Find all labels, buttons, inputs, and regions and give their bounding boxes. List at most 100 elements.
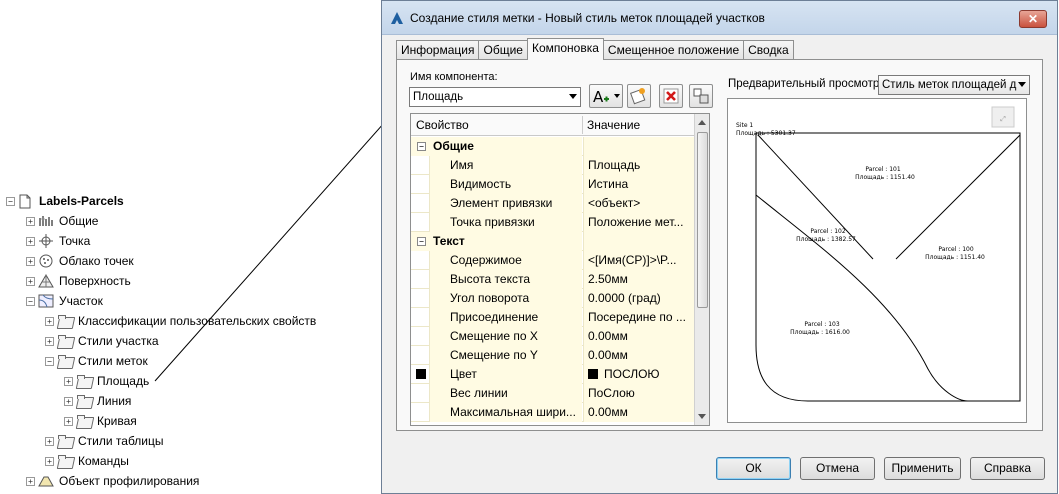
collapse-icon[interactable]: − [417, 142, 426, 151]
grid-row[interactable]: Точка привязки Положение мет... [411, 213, 696, 232]
civil3d-app-icon [390, 11, 404, 25]
parcel-area-label: Площадь : 1616.00 [790, 329, 850, 336]
property-name: Элемент привязки [429, 194, 582, 213]
svg-text:A: A [593, 88, 604, 106]
column-header-property: Свойство [416, 118, 469, 132]
property-value[interactable]: Истина [583, 175, 696, 194]
color-swatch-icon [416, 369, 426, 379]
grid-row[interactable]: Видимость Истина [411, 175, 696, 194]
preview-style-value: Стиль меток площадей д [882, 79, 1017, 91]
copy-component-icon [630, 88, 646, 105]
zoom-icon: ⤢ [1000, 115, 1006, 123]
property-value[interactable]: 0.00мм [583, 327, 696, 346]
delete-icon [663, 88, 679, 104]
property-value[interactable]: <[Имя(CP)]>\P... [583, 251, 696, 270]
property-name: Цвет [429, 365, 582, 384]
parcel-area-label: Площадь : 1151.40 [855, 174, 915, 181]
property-value[interactable]: 0.0000 (град) [583, 289, 696, 308]
add-text-component-icon: A [593, 88, 620, 106]
property-name: Смещение по X [429, 327, 582, 346]
category-name: Общие [411, 137, 582, 156]
property-value[interactable]: <объект> [583, 194, 696, 213]
property-value[interactable]: 2.50мм [583, 270, 696, 289]
parcel-area-label: Площадь : 1382.57 [796, 236, 856, 243]
scroll-up-icon[interactable] [698, 120, 706, 125]
tab-information[interactable]: Информация [396, 40, 480, 60]
property-name: Присоединение [429, 308, 582, 327]
property-name: Содержимое [429, 251, 582, 270]
property-value[interactable]: Посередине по ... [583, 308, 696, 327]
property-name: Высота текста [429, 270, 582, 289]
draw-order-icon [693, 88, 709, 104]
site-label: Site 1 [736, 122, 753, 129]
property-value[interactable]: ПОСЛОЮ [583, 365, 696, 384]
scroll-down-icon[interactable] [698, 414, 706, 419]
grid-row[interactable]: Имя Площадь [411, 156, 696, 175]
grid-row[interactable]: Смещение по Y 0.00мм [411, 346, 696, 365]
tab-summary[interactable]: Сводка [743, 40, 794, 60]
tab-layout[interactable]: Компоновка [526, 38, 604, 60]
apply-button[interactable]: Применить [884, 457, 961, 480]
property-name: Вес линии [429, 384, 582, 403]
grid-row[interactable]: Вес линии ПоСлою [411, 384, 696, 403]
property-name: Имя [429, 156, 582, 175]
scroll-thumb[interactable] [697, 132, 708, 308]
preview-drawing: ⤢ Site 1 Площадь : 5301.37 Parcel : 101 … [736, 106, 1021, 402]
grid-row[interactable]: Смещение по X 0.00мм [411, 327, 696, 346]
property-name: Точка привязки [429, 213, 582, 232]
grid-row[interactable]: Присоединение Посередине по ... [411, 308, 696, 327]
dialog-title: Создание стиля метки - Новый стиль меток… [410, 11, 765, 25]
parcel-label: Parcel : 103 [804, 321, 839, 328]
property-name: Максимальная шири... [429, 403, 582, 422]
chevron-down-icon [569, 94, 577, 99]
site-area-label: Площадь : 5301.37 [736, 130, 796, 137]
chevron-down-icon [1018, 82, 1026, 87]
dialog-tabs: Информация Общие Компоновка Смещенное по… [396, 38, 794, 60]
preview-style-select[interactable]: Стиль меток площадей д [878, 75, 1030, 95]
component-draw-order-button[interactable] [689, 84, 713, 108]
grid-row[interactable]: Угол поворота 0.0000 (град) [411, 289, 696, 308]
create-text-component-button[interactable]: A [589, 84, 623, 108]
dialog-titlebar[interactable]: Создание стиля метки - Новый стиль меток… [382, 1, 1057, 35]
grid-scrollbar[interactable] [694, 114, 709, 425]
property-grid: Свойство Значение − Общие Имя Площадь Ви… [410, 113, 710, 426]
preview-label: Предварительный просмотр [728, 78, 880, 90]
collapse-icon[interactable]: − [417, 237, 426, 246]
component-name-select[interactable]: Площадь [409, 87, 581, 107]
grid-category-text[interactable]: − Текст [411, 232, 696, 251]
property-name: Видимость [429, 175, 582, 194]
component-name-value: Площадь [413, 91, 464, 103]
ok-button[interactable]: ОК [716, 457, 791, 480]
color-swatch-icon [588, 369, 598, 379]
category-name: Текст [411, 232, 582, 251]
column-header-value: Значение [587, 118, 641, 132]
cancel-button[interactable]: Отмена [800, 457, 875, 480]
grid-row[interactable]: Содержимое <[Имя(CP)]>\P... [411, 251, 696, 270]
property-value[interactable]: 0.00мм [583, 403, 696, 422]
property-value[interactable]: ПоСлою [583, 384, 696, 403]
parcel-line [895, 134, 1021, 260]
help-button[interactable]: Справка [970, 457, 1045, 480]
delete-component-button[interactable] [659, 84, 683, 108]
tab-general[interactable]: Общие [478, 40, 528, 60]
grid-header: Свойство Значение [411, 114, 696, 136]
grid-row[interactable]: Максимальная шири... 0.00мм [411, 403, 696, 422]
tab-dragged-state[interactable]: Смещенное положение [602, 40, 745, 60]
grid-row[interactable]: Высота текста 2.50мм [411, 270, 696, 289]
close-button[interactable]: ✕ [1019, 10, 1047, 28]
parcel-label: Parcel : 102 [810, 228, 845, 235]
component-name-label: Имя компонента: [410, 71, 498, 83]
label-style-dialog: Создание стиля метки - Новый стиль меток… [381, 0, 1058, 494]
property-name: Угол поворота [429, 289, 582, 308]
grid-row[interactable]: Элемент привязки <объект> [411, 194, 696, 213]
property-value[interactable]: 0.00мм [583, 346, 696, 365]
parcel-area-label: Площадь : 1151.40 [925, 254, 985, 261]
property-value[interactable]: Площадь [583, 156, 696, 175]
grid-category-general[interactable]: − Общие [411, 137, 696, 156]
grid-row[interactable]: Цвет ПОСЛОЮ [411, 365, 696, 384]
property-name: Смещение по Y [429, 346, 582, 365]
property-value[interactable]: Положение мет... [583, 213, 696, 232]
preview-pane: ⤢ Site 1 Площадь : 5301.37 Parcel : 101 … [727, 98, 1027, 423]
copy-component-button[interactable] [627, 84, 651, 108]
parcel-line [755, 194, 969, 402]
